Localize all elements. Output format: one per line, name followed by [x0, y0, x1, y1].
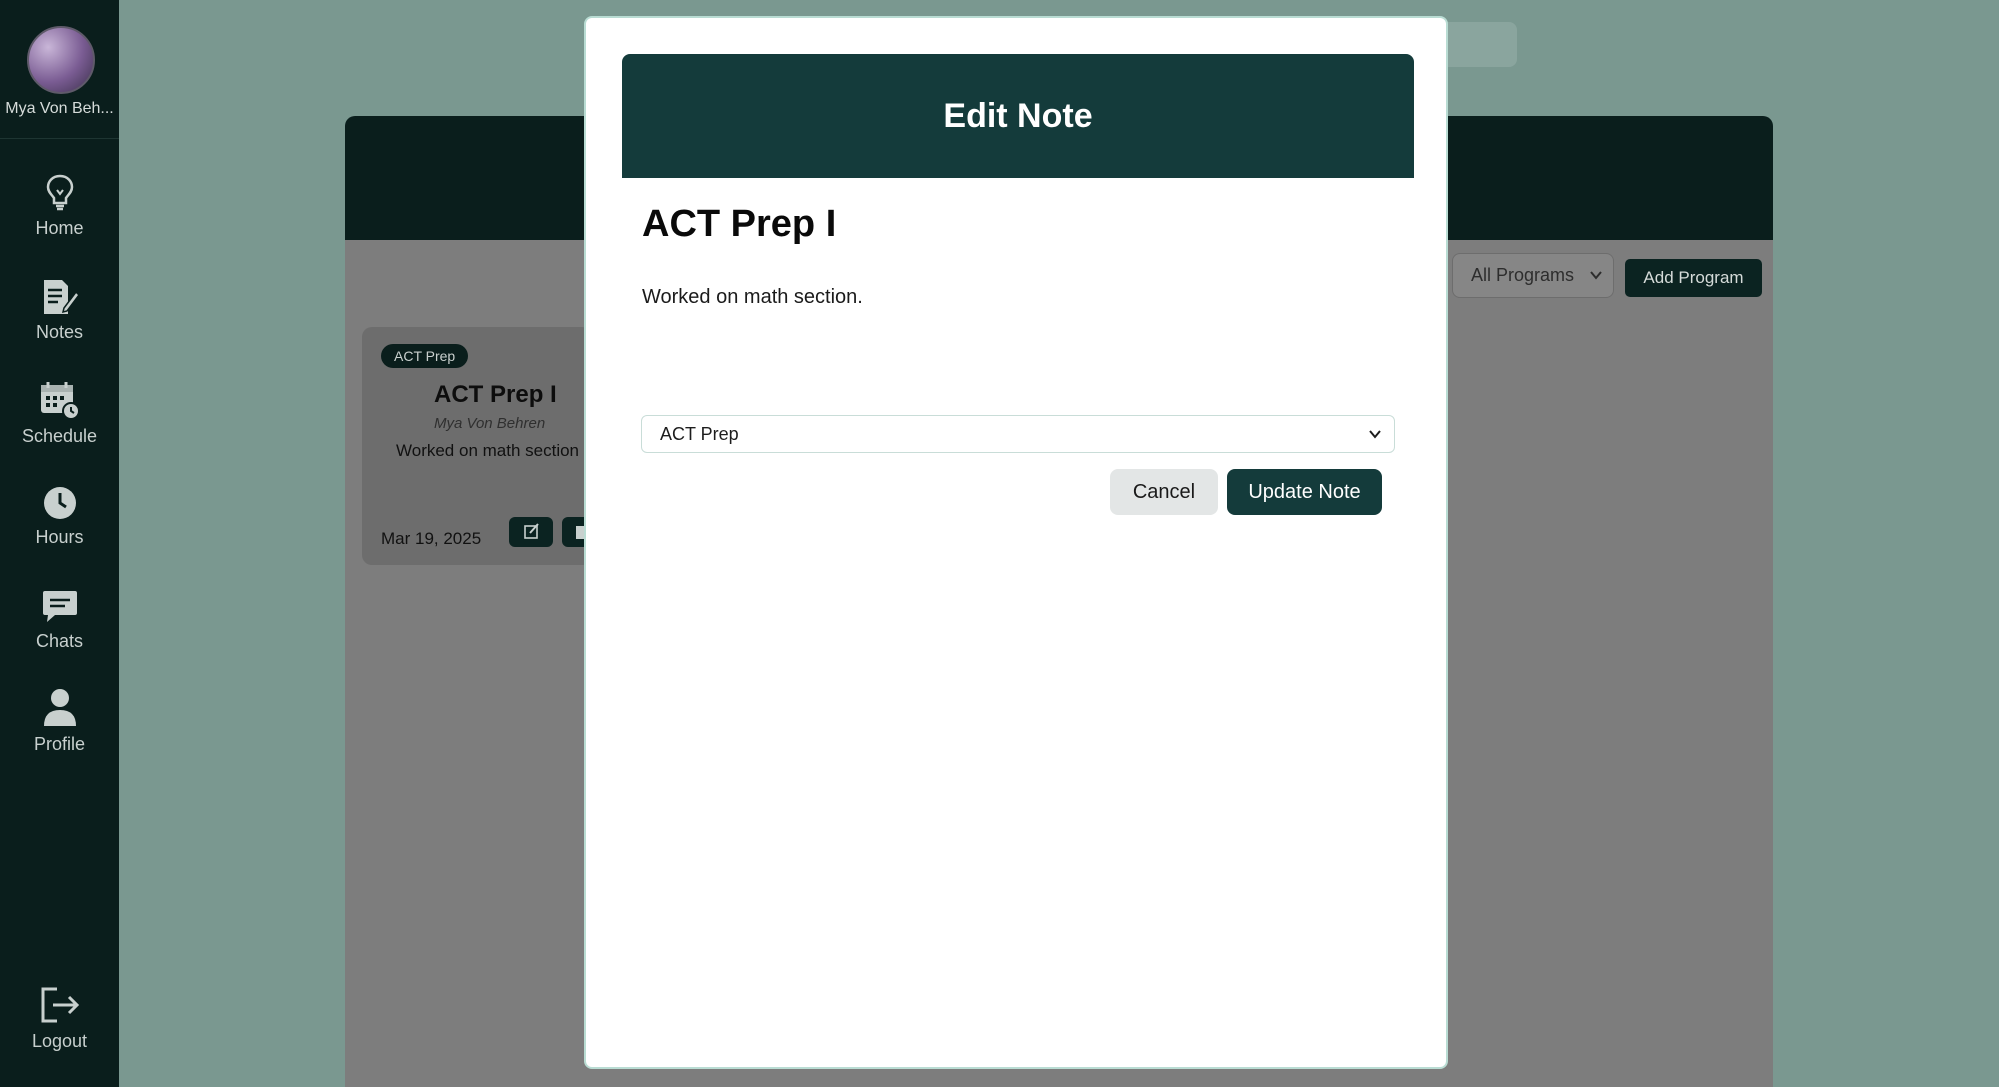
chevron-down-icon	[1369, 430, 1381, 439]
card-author: Mya Von Behren	[434, 415, 546, 432]
user-icon	[43, 689, 76, 726]
logout-label: Logout	[31, 1031, 88, 1051]
sidebar-item-notes[interactable]: Notes	[0, 278, 119, 358]
logout-icon	[41, 987, 79, 1023]
sidebar-item-schedule[interactable]: Schedule	[0, 380, 119, 460]
chevron-down-icon	[1590, 271, 1602, 280]
card-text: Worked on math section	[396, 441, 579, 460]
user-name: Mya Von Beh...	[5, 100, 114, 117]
card-title: ACT Prep I	[434, 381, 557, 408]
sidebar: Mya Von Beh... Home Notes Schedule Hours…	[0, 0, 119, 1087]
edit-icon	[524, 523, 539, 539]
sidebar-item-home[interactable]: Home	[0, 174, 119, 254]
program-filter-value: All Programs	[1471, 265, 1575, 285]
modal-header: Edit Note	[622, 54, 1414, 178]
sidebar-item-profile[interactable]: Profile	[0, 688, 119, 768]
sidebar-item-label: Home	[35, 218, 84, 238]
sidebar-item-label: Chats	[35, 631, 84, 651]
sidebar-item-label: Notes	[35, 322, 84, 342]
sidebar-item-hours[interactable]: Hours	[0, 485, 119, 565]
calendar-icon	[40, 382, 80, 420]
avatar[interactable]	[27, 26, 95, 94]
sidebar-item-label: Schedule	[21, 426, 98, 446]
card-date: Mar 19, 2025	[381, 529, 482, 548]
edit-note-button[interactable]	[509, 517, 553, 547]
clock-icon	[43, 487, 76, 519]
cancel-button[interactable]: Cancel	[1110, 469, 1218, 515]
edit-note-modal: Edit Note ACT Prep I Worked on math sect…	[584, 16, 1448, 1069]
lightbulb-icon	[46, 174, 73, 211]
program-filter-select[interactable]: All Programs	[1452, 253, 1614, 298]
program-select[interactable]: ACT Prep	[641, 415, 1395, 453]
program-select-value: ACT Prep	[660, 424, 739, 444]
notes-icon	[43, 280, 80, 314]
note-body-field[interactable]: Worked on math section.	[642, 286, 863, 309]
add-program-button[interactable]: Add Program	[1625, 259, 1762, 297]
sidebar-item-label: Profile	[33, 734, 86, 754]
note-card[interactable]: ACT Prep ACT Prep I Mya Von Behren Worke…	[362, 327, 592, 565]
update-note-button[interactable]: Update Note	[1227, 469, 1382, 515]
chat-icon	[42, 591, 77, 622]
sidebar-item-label: Hours	[35, 527, 84, 547]
program-tag: ACT Prep	[381, 344, 469, 368]
user-block[interactable]: Mya Von Beh...	[0, 0, 119, 139]
modal-title: Edit Note	[943, 97, 1093, 135]
logout-button[interactable]: Logout	[0, 985, 119, 1052]
sidebar-item-chats[interactable]: Chats	[0, 587, 119, 667]
note-title-field[interactable]: ACT Prep I	[642, 203, 836, 246]
